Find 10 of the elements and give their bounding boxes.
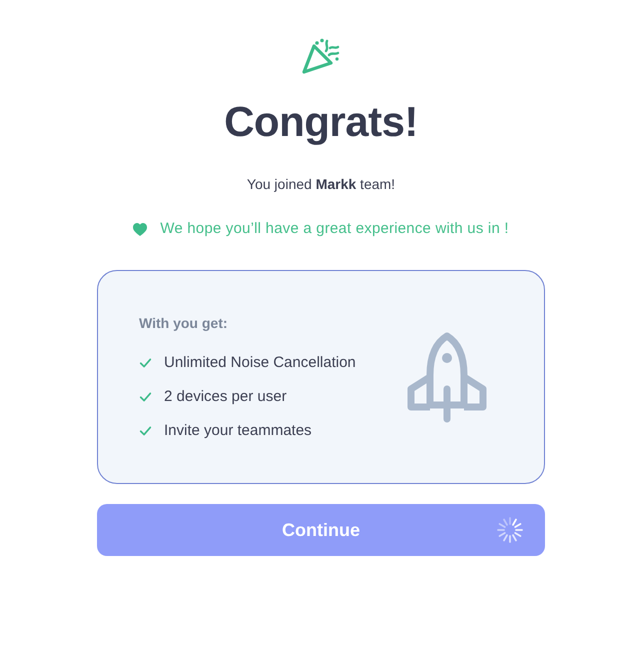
benefit-item: Unlimited Noise Cancellation — [164, 353, 356, 373]
benefit-item: Invite your teammates — [164, 421, 312, 441]
rocket-icon — [407, 331, 487, 423]
congrats-heading: Congrats! — [224, 98, 418, 146]
party-popper-icon — [301, 38, 341, 74]
joined-team-message: You joined Markk team! — [246, 175, 396, 194]
benefit-item: 2 devices per user — [164, 387, 287, 407]
benefits-title: With you get: — [139, 314, 229, 333]
heart-icon — [133, 222, 148, 236]
hope-message: We hope you’ll have a great experience with us in ! — [160, 219, 509, 239]
